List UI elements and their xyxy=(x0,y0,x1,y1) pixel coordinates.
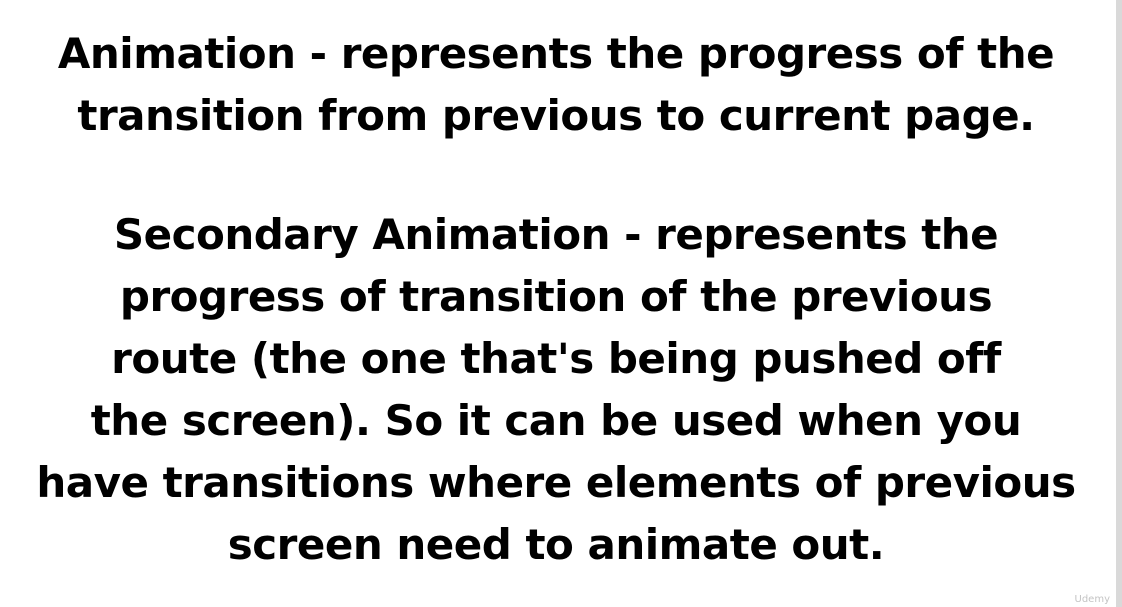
text-line: screen need to animate out. xyxy=(227,520,885,569)
text-line: the screen). So it can be used when you xyxy=(90,396,1022,445)
text-line: Animation - represents the progress of t… xyxy=(57,29,1055,78)
text-line: have transitions where elements of previ… xyxy=(36,458,1076,507)
right-edge-border xyxy=(1116,0,1122,607)
text-line: transition from previous to current page… xyxy=(77,91,1035,140)
secondary-animation-definition: Secondary Animation - represents the pro… xyxy=(0,204,1112,576)
udemy-watermark: Udemy xyxy=(1074,594,1110,605)
text-line: progress of transition of the previous xyxy=(119,272,993,321)
slide: Animation - represents the progress of t… xyxy=(0,0,1122,607)
animation-definition: Animation - represents the progress of t… xyxy=(0,23,1112,147)
text-line: Secondary Animation - represents the xyxy=(113,210,999,259)
text-line: route (the one that's being pushed off xyxy=(111,334,1001,383)
